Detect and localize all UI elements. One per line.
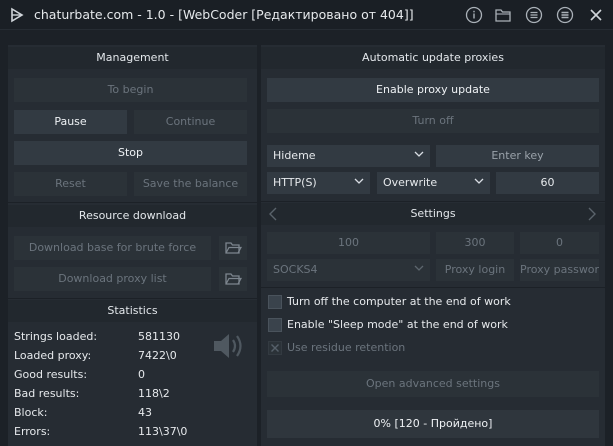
window-title: chaturbate.com - 1.0 - [WebCoder [Редакт… [34,7,414,22]
settings-value-3-input[interactable]: 0 [520,232,599,254]
progress-bar: 0% [120 - Пройдено] [267,410,599,438]
stat-label: Loaded proxy: [14,349,92,362]
progress-label: 0% [120 - Пройдено] [373,417,493,430]
turn-off-computer-checkbox[interactable] [268,295,282,309]
proxy-type-value: SOCKS4 [273,263,318,276]
browse-base-button[interactable] [219,236,247,260]
proxy-source-value: Hideme [273,149,316,162]
chevron-down-icon [414,265,424,271]
proxy-password-input[interactable]: Proxy password [520,259,599,281]
resource-header: Resource download [8,205,257,227]
chevron-down-icon [474,178,484,184]
settings-header: Settings [261,203,605,225]
download-proxy-button[interactable]: Download proxy list [14,267,211,291]
menu-icon[interactable] [556,6,574,24]
proxy-login-input[interactable]: Proxy login [436,259,514,281]
folder-icon[interactable] [494,6,512,24]
chevron-left-icon[interactable] [268,207,278,221]
proxy-type-select[interactable]: SOCKS4 [267,259,430,281]
reset-button[interactable]: Reset [14,172,127,196]
to-begin-button[interactable]: To begin [14,78,247,102]
download-base-button[interactable]: Download base for brute force [14,236,211,260]
stat-value: 581130 [138,330,180,343]
stat-value: 0 [138,368,145,381]
title-bar: chaturbate.com - 1.0 - [WebCoder [Редакт… [0,0,613,30]
proxies-header: Automatic update proxies [261,47,605,69]
continue-button[interactable]: Continue [134,110,247,134]
advanced-settings-button[interactable]: Open advanced settings [267,371,599,397]
stat-label: Strings loaded: [14,330,98,343]
list-icon[interactable] [525,6,543,24]
stat-label: Block: [14,406,48,419]
stat-label: Bad results: [14,387,80,400]
check-x-icon [271,344,279,352]
residue-retention-label: Use residue retention [287,341,406,354]
folder-open-icon [225,273,242,285]
management-header: Management [8,47,257,69]
sleep-mode-checkbox[interactable] [268,318,282,332]
settings-value-1-input[interactable]: 100 [267,232,430,254]
proxy-source-select[interactable]: Hideme [267,145,430,167]
stat-value: 43 [138,406,152,419]
turn-off-computer-label: Turn off the computer at the end of work [287,295,511,308]
info-icon[interactable] [465,6,483,24]
save-balance-button[interactable]: Save the balance [134,172,247,196]
speaker-icon[interactable] [211,330,247,362]
protocol-select[interactable]: HTTP(S) [267,172,370,194]
enable-proxy-update-button[interactable]: Enable proxy update [267,78,599,102]
chevron-down-icon [354,178,364,184]
settings-value-2-input[interactable]: 300 [436,232,514,254]
sleep-mode-label: Enable "Sleep mode" at the end of work [287,318,508,331]
stat-label: Good results: [14,368,88,381]
turn-off-button[interactable]: Turn off [267,109,599,133]
api-key-input[interactable]: Enter key [436,145,599,167]
close-icon[interactable] [587,6,605,24]
residue-retention-checkbox[interactable] [268,341,282,355]
stat-label: Errors: [14,425,51,438]
stat-value: 113\37\0 [138,425,188,438]
statistics-header: Statistics [8,300,257,322]
stat-value: 118\2 [138,387,170,400]
chevron-down-icon [414,151,424,157]
folder-open-icon [225,242,242,254]
write-mode-value: Overwrite [383,176,438,189]
write-mode-select[interactable]: Overwrite [377,172,490,194]
pause-button[interactable]: Pause [14,110,127,134]
protocol-value: HTTP(S) [273,176,317,189]
chevron-right-icon[interactable] [587,207,597,221]
stop-button[interactable]: Stop [14,141,247,165]
app-logo-icon [11,7,24,23]
interval-input[interactable]: 60 [496,172,599,194]
browse-proxy-button[interactable] [219,267,247,291]
stat-value: 7422\0 [138,349,177,362]
